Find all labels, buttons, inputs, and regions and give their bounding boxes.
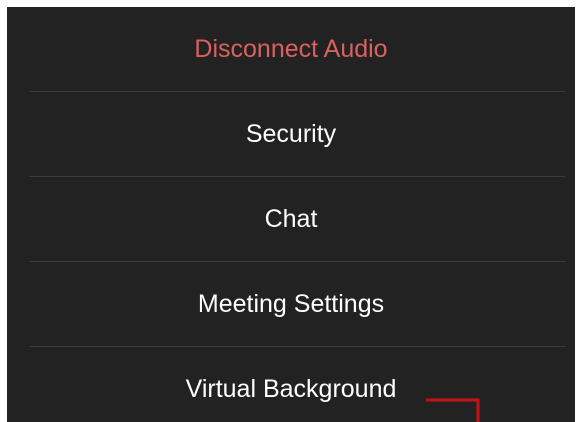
security-label: Security	[245, 119, 337, 148]
meeting-more-menu: Disconnect Audio Security Chat Meeting S…	[7, 7, 575, 422]
chat-menu-item[interactable]: Chat	[7, 177, 575, 261]
chat-label: Chat	[264, 204, 318, 233]
security-menu-item[interactable]: Security	[7, 92, 575, 176]
menu-panel: Disconnect Audio Security Chat Meeting S…	[7, 7, 575, 422]
disconnect-audio-button[interactable]: Disconnect Audio	[7, 7, 575, 91]
meeting-settings-menu-item[interactable]: Meeting Settings	[7, 262, 575, 346]
meeting-settings-label: Meeting Settings	[197, 289, 385, 318]
virtual-background-label: Virtual Background	[185, 375, 397, 403]
virtual-background-menu-item[interactable]: Virtual Background	[7, 347, 575, 422]
callout-arrow-icon	[426, 398, 480, 422]
disconnect-audio-label: Disconnect Audio	[194, 34, 388, 63]
